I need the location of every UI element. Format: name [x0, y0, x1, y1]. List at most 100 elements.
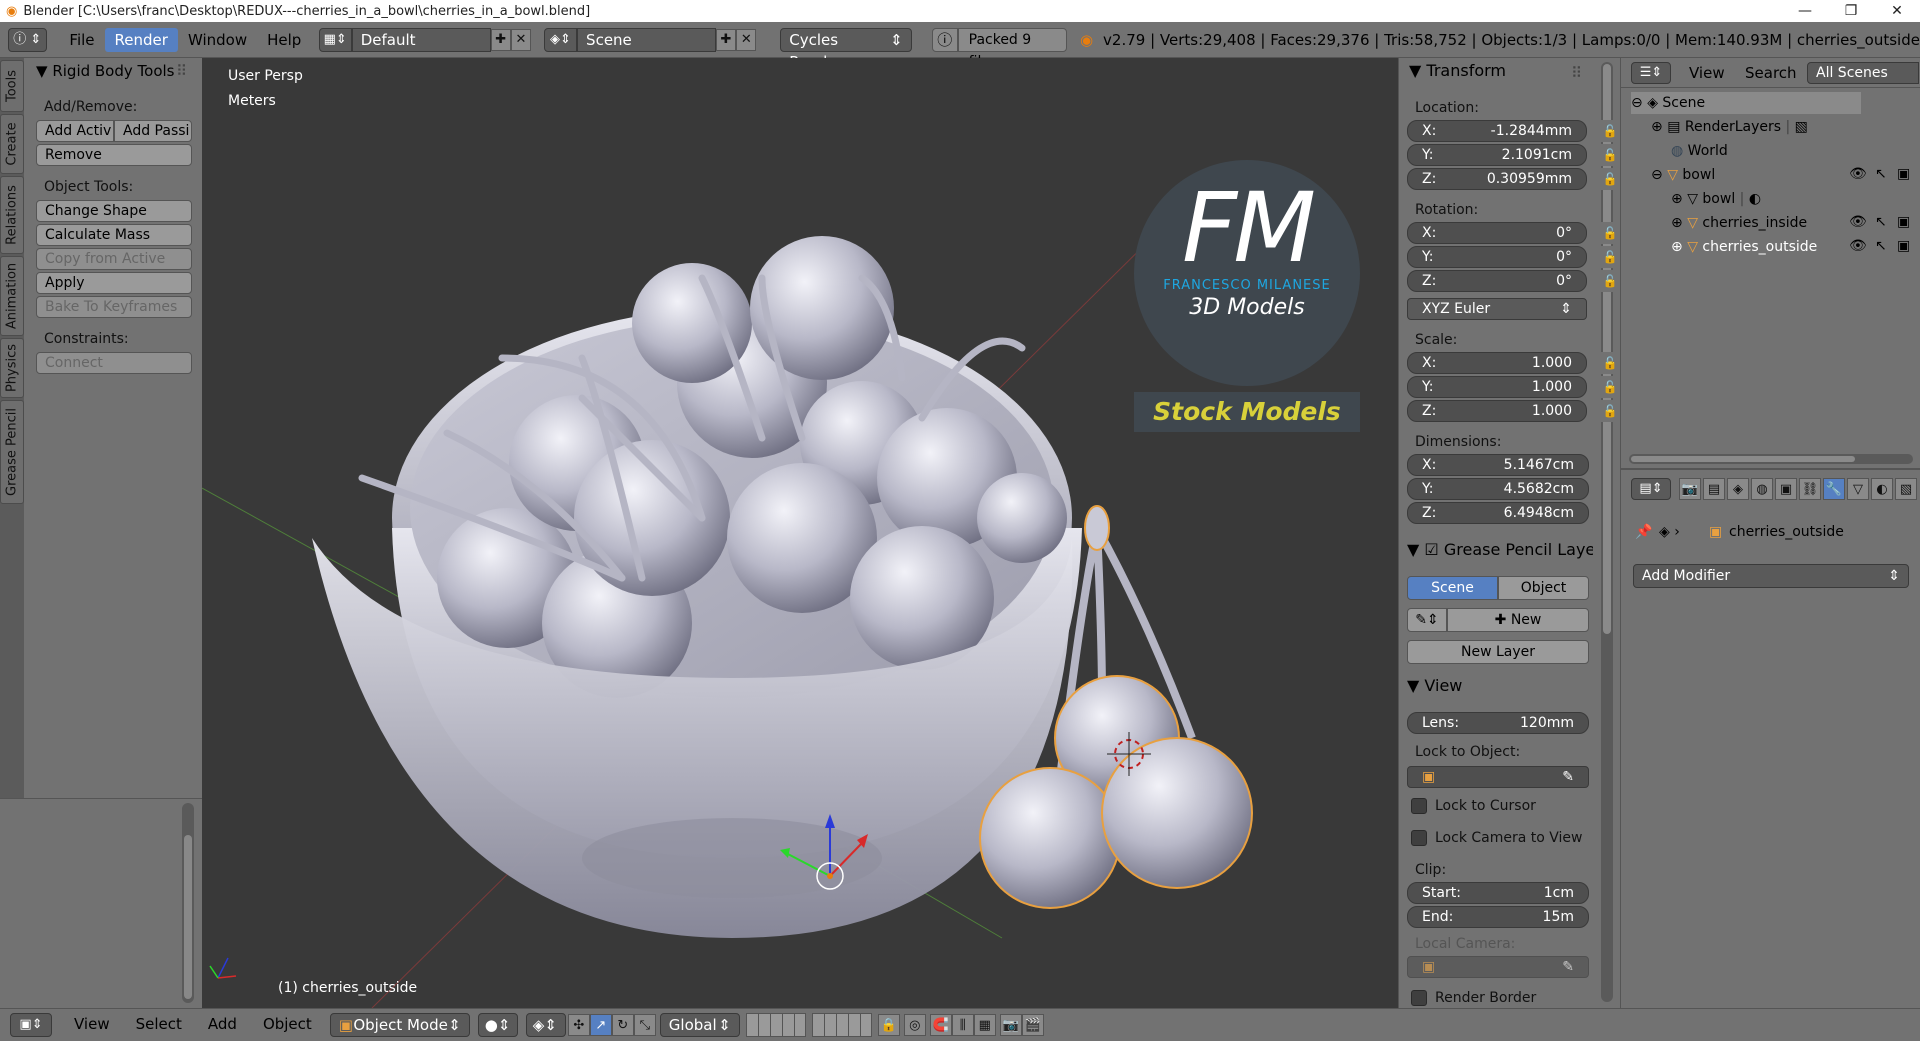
- opengl-animation-icon[interactable]: 🎬: [1021, 1014, 1044, 1036]
- location-x-field[interactable]: X: -1.2844mm: [1407, 120, 1587, 142]
- render-tab-icon[interactable]: 📷: [1679, 478, 1701, 500]
- layer-buttons-2[interactable]: [811, 1013, 872, 1037]
- viewport-shading-select[interactable]: ●⇕: [477, 1013, 518, 1037]
- scale-x-field[interactable]: X: 1.000: [1407, 352, 1587, 374]
- menu-select[interactable]: Select: [128, 1013, 190, 1037]
- delete-scene-icon[interactable]: ✕: [736, 28, 757, 51]
- location-y-field[interactable]: Y: 2.1091cm: [1407, 144, 1587, 166]
- expand-icon[interactable]: ⊕: [1651, 119, 1663, 135]
- scene-field[interactable]: Scene: [577, 27, 716, 52]
- outliner-item-bowl-mesh[interactable]: ⊕ ▽ bowl | ◐: [1671, 188, 1761, 210]
- menu-window[interactable]: Window: [178, 28, 257, 52]
- outliner-h-scrollbar-thumb[interactable]: [1631, 456, 1855, 462]
- local-camera-field[interactable]: ▣ ✎: [1407, 956, 1589, 978]
- scene-tab-icon[interactable]: ◈: [1727, 478, 1749, 500]
- texture-tab-icon[interactable]: ▧: [1895, 478, 1917, 500]
- collapse-icon[interactable]: ⊖: [1651, 167, 1663, 183]
- outliner-menu-search[interactable]: Search: [1745, 64, 1797, 82]
- modifiers-tab-icon[interactable]: 🔧: [1823, 478, 1845, 500]
- transform-orientation-select[interactable]: Global ⇕: [659, 1013, 740, 1037]
- outliner-filter-select[interactable]: All Scenes: [1807, 62, 1919, 84]
- menu-add[interactable]: Add: [200, 1013, 245, 1037]
- data-tab-icon[interactable]: ▽: [1847, 478, 1869, 500]
- scale-manipulator-icon[interactable]: ⤡: [633, 1014, 656, 1036]
- add-layout-icon[interactable]: ✚: [490, 28, 511, 51]
- dimensions-z-field[interactable]: Z: 6.4948cm: [1407, 502, 1589, 524]
- collapse-icon[interactable]: ⊖: [1631, 95, 1643, 111]
- material-tab-icon[interactable]: ◐: [1871, 478, 1893, 500]
- dimensions-x-field[interactable]: X: 5.1467cm: [1407, 454, 1589, 476]
- expand-icon[interactable]: ⊕: [1671, 215, 1683, 231]
- restore-icon[interactable]: ❐: [1828, 0, 1874, 22]
- drag-handle-icon[interactable]: ⠿: [1571, 64, 1582, 82]
- copy-from-active-button[interactable]: Copy from Active: [36, 248, 192, 270]
- gp-new-layer-button[interactable]: New Layer: [1407, 640, 1589, 664]
- transform-header[interactable]: ▼ Transform: [1399, 58, 1620, 84]
- menu-help[interactable]: Help: [257, 28, 311, 52]
- tab-physics[interactable]: Physics: [0, 338, 24, 398]
- gp-object-toggle[interactable]: Object: [1498, 576, 1589, 600]
- gp-scene-toggle[interactable]: Scene: [1407, 576, 1498, 600]
- delete-layout-icon[interactable]: ✕: [510, 28, 532, 51]
- clip-start-field[interactable]: Start: 1cm: [1407, 882, 1589, 904]
- manipulator-toggle-icon[interactable]: ✣: [567, 1014, 590, 1036]
- drag-handle-icon[interactable]: ⠿: [176, 58, 187, 84]
- minimize-icon[interactable]: —: [1782, 0, 1828, 22]
- packed-files-button[interactable]: Packed 9 files: [957, 27, 1068, 70]
- add-modifier-select[interactable]: Add Modifier ⇕: [1633, 564, 1909, 588]
- outliner-item-renderlayers[interactable]: ⊕ ▤ RenderLayers | ▧: [1651, 116, 1808, 138]
- layer-buttons-1[interactable]: [745, 1013, 806, 1037]
- remove-button[interactable]: Remove: [36, 144, 192, 166]
- constraints-tab-icon[interactable]: ⛓: [1799, 478, 1821, 500]
- select-arrow-icon[interactable]: ↖: [1875, 238, 1887, 254]
- outliner-item-scene[interactable]: ⊖ ◈ Scene: [1631, 92, 1705, 114]
- eyedropper-icon[interactable]: ✎: [1562, 957, 1574, 977]
- menu-render[interactable]: Render: [104, 27, 178, 52]
- expand-icon[interactable]: ⊕: [1671, 191, 1683, 207]
- rotation-y-field[interactable]: Y: 0°: [1407, 246, 1587, 268]
- tab-grease-pencil[interactable]: Grease Pencil: [0, 400, 24, 504]
- outliner-menu-view[interactable]: View: [1689, 64, 1725, 82]
- clip-end-field[interactable]: End: 15m: [1407, 906, 1589, 928]
- screen-layout-icon[interactable]: ▦⇕: [318, 27, 352, 52]
- pencil-icon[interactable]: ✎⇕: [1407, 608, 1447, 632]
- render-border-checkbox[interactable]: [1411, 990, 1427, 1006]
- snap-target-icon[interactable]: ▦: [973, 1014, 996, 1036]
- add-passive-button[interactable]: Add Passi: [114, 120, 192, 142]
- outliner-item-cherries-outside[interactable]: ⊕ ▽ cherries_outside: [1671, 236, 1817, 258]
- viewport-editor-type-button[interactable]: ▣⇕: [10, 1013, 52, 1037]
- add-scene-icon[interactable]: ✚: [715, 28, 737, 51]
- checkbox-checked-icon[interactable]: ☑: [1424, 540, 1438, 559]
- menu-object[interactable]: Object: [255, 1013, 320, 1037]
- dimensions-y-field[interactable]: Y: 4.5682cm: [1407, 478, 1589, 500]
- grease-pencil-header[interactable]: ▼ ☑ Grease Pencil Layer: [1407, 540, 1593, 559]
- visibility-eye-icon[interactable]: 👁: [1849, 238, 1867, 254]
- outliner-item-cherries-inside[interactable]: ⊕ ▽ cherries_inside: [1671, 212, 1807, 234]
- screen-layout-field[interactable]: Default: [351, 27, 491, 52]
- render-layers-tab-icon[interactable]: ▤: [1703, 478, 1725, 500]
- scale-y-field[interactable]: Y: 1.000: [1407, 376, 1587, 398]
- connect-button[interactable]: Connect: [36, 352, 192, 374]
- snap-element-icon[interactable]: ⫼: [951, 1014, 974, 1036]
- object-tab-icon[interactable]: ▣: [1775, 478, 1797, 500]
- outliner-item-world[interactable]: ◍ World: [1671, 140, 1728, 162]
- outliner-item-bowl[interactable]: ⊖ ▽ bowl: [1651, 164, 1715, 186]
- tab-create[interactable]: Create: [0, 114, 24, 174]
- expand-icon[interactable]: ⊕: [1671, 239, 1683, 255]
- change-shape-button[interactable]: Change Shape: [36, 200, 192, 222]
- lock-layers-icon[interactable]: 🔒: [877, 1014, 900, 1036]
- lens-field[interactable]: Lens: 120mm: [1407, 712, 1589, 734]
- rotate-manipulator-icon[interactable]: ↻: [611, 1014, 634, 1036]
- 3d-viewport[interactable]: User Persp Meters FM FRANCESCO MILANESE …: [202, 58, 1398, 1008]
- panel-scrollbar-thumb[interactable]: [184, 835, 192, 999]
- gp-new-button[interactable]: ✚ New: [1447, 608, 1589, 632]
- rotation-z-field[interactable]: Z: 0°: [1407, 270, 1587, 292]
- tab-animation[interactable]: Animation: [0, 256, 24, 336]
- interaction-mode-select[interactable]: ▣ Object Mode ⇕: [329, 1013, 470, 1037]
- eyedropper-icon[interactable]: ✎: [1562, 767, 1574, 787]
- view-header[interactable]: ▼ View: [1407, 676, 1462, 695]
- rotation-mode-select[interactable]: XYZ Euler ⇕: [1407, 298, 1587, 320]
- lock-object-field[interactable]: ▣ ✎: [1407, 766, 1589, 788]
- visibility-eye-icon[interactable]: 👁: [1849, 214, 1867, 230]
- outliner-editor-type-button[interactable]: ☰⇕: [1631, 62, 1671, 84]
